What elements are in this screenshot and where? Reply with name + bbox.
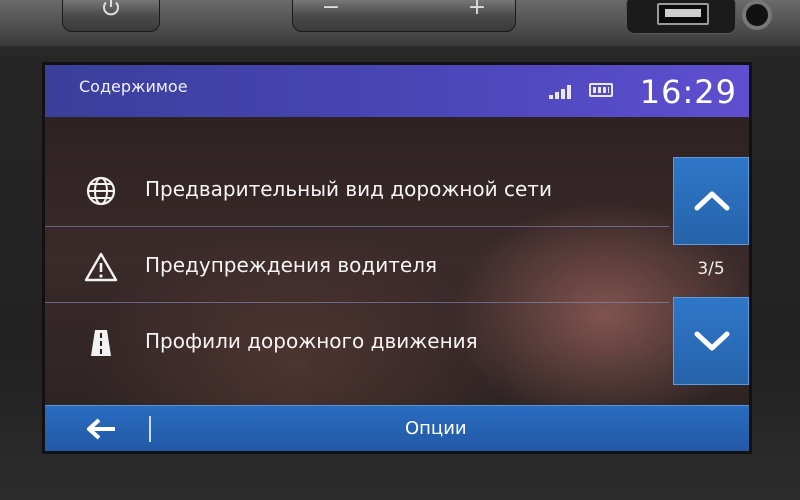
options-button[interactable]: Опции [405, 418, 467, 439]
menu-item-road-network-preview[interactable]: Предварительный вид дорожной сети [45, 151, 669, 227]
usb-port[interactable] [657, 3, 709, 25]
menu-item-traffic-profiles[interactable]: Профили дорожного движения [45, 303, 669, 379]
volume-rocker: − + [292, 0, 516, 32]
bottom-bar-divider [149, 416, 151, 442]
scroll-up-button[interactable] [673, 157, 749, 245]
menu-list: Предварительный вид дорожной сети Предуп… [45, 151, 669, 379]
usb-panel [626, 0, 736, 34]
globe-icon [86, 176, 116, 206]
clock: 16:29 [639, 73, 737, 111]
page-indicator: 3/5 [697, 259, 725, 279]
chevron-up-icon [694, 191, 730, 211]
scroll-down-button[interactable] [673, 297, 749, 385]
volume-up-button[interactable]: + [447, 0, 507, 23]
road-icon [91, 330, 111, 356]
aux-jack[interactable] [742, 0, 772, 30]
power-button[interactable] [62, 0, 160, 32]
bottom-bar: Опции [45, 405, 749, 451]
warning-icon [84, 252, 118, 282]
menu-item-driver-warnings[interactable]: Предупреждения водителя [45, 227, 669, 303]
chevron-down-icon [694, 331, 730, 351]
device-top-panel: − + [0, 0, 800, 46]
status-bar: Содержимое 16:29 [45, 65, 749, 117]
battery-icon [589, 83, 613, 97]
page-title: Содержимое [79, 77, 188, 96]
display-screen: Содержимое 16:29 Предварительный вид дор… [42, 62, 752, 454]
power-icon [103, 0, 119, 16]
back-arrow-icon [87, 418, 115, 440]
menu-item-label: Предупреждения водителя [145, 253, 438, 277]
menu-item-label: Профили дорожного движения [145, 329, 478, 353]
signal-icon [549, 83, 575, 99]
volume-down-button[interactable]: − [301, 0, 361, 23]
back-button[interactable] [81, 414, 125, 444]
menu-item-label: Предварительный вид дорожной сети [145, 177, 552, 201]
